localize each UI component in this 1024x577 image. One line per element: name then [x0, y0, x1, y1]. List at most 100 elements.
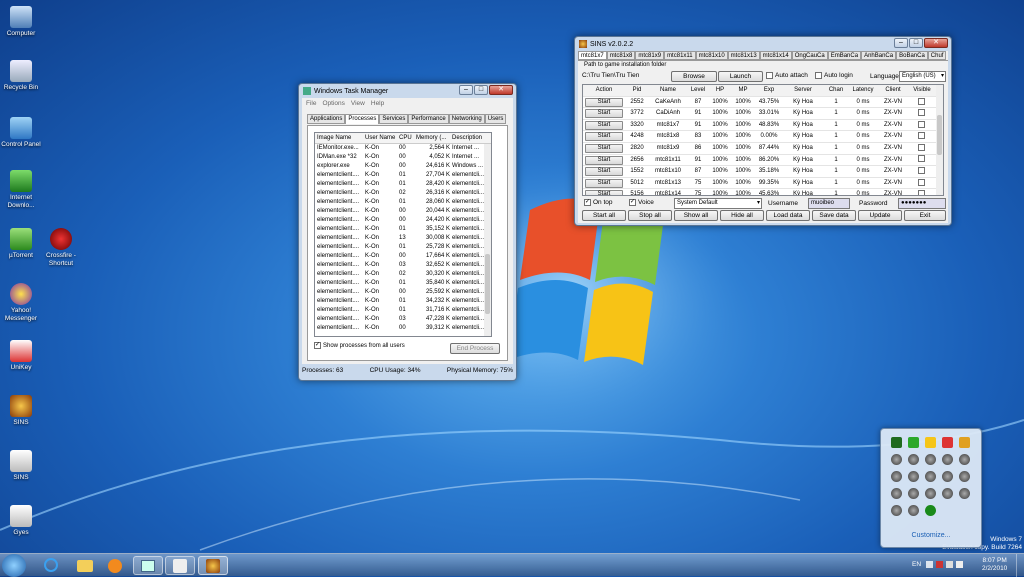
taskbar-sins[interactable] [198, 556, 228, 575]
game-client-tray-icon[interactable] [908, 505, 919, 516]
show-all-button[interactable]: Show all [674, 210, 718, 221]
account-tab[interactable]: mtc81x8 [606, 51, 636, 60]
table-row[interactable]: Start 5012 mtc81x13 75 100% 100% 99.35% Kỳ Hoa 1… [583, 178, 943, 190]
account-tab[interactable]: mtc81x9 [635, 51, 665, 60]
menu-view[interactable]: View [351, 100, 365, 107]
network-icon[interactable] [946, 561, 953, 568]
table-row[interactable]: elementclient.... K-On 01 27,704 Kelementcl… [315, 171, 491, 180]
checkbox-box[interactable] [917, 97, 925, 105]
col-cpu[interactable]: CPU [397, 133, 414, 143]
game-client-tray-icon[interactable] [891, 488, 902, 499]
load-data-button[interactable]: Load data [766, 210, 810, 221]
audio-device-select[interactable]: System Default ▾ [674, 198, 762, 209]
desktop-icon-internet-download[interactable]: Internet Downlo... [0, 170, 45, 210]
checkbox-box[interactable] [766, 72, 773, 79]
table-row[interactable]: elementclient.... K-On 00 39,312 Kelementcl… [315, 324, 491, 333]
table-row[interactable]: elementclient.... K-On 01 31,716 Kelementcl… [315, 306, 491, 315]
col-user-name[interactable]: User Name [363, 133, 397, 143]
start-row-button[interactable]: Start [585, 120, 623, 130]
end-process-button[interactable]: End Process [450, 343, 500, 354]
show-all-processes-checkbox[interactable]: ✓ Show processes from all users [314, 342, 405, 349]
table-row[interactable]: elementclient.... K-On 00 17,664 Kelementcl… [315, 252, 491, 261]
checkbox-box[interactable] [917, 143, 925, 151]
game-client-tray-icon[interactable] [942, 488, 953, 499]
account-tab[interactable]: AnhBanCa [861, 51, 897, 60]
voice-checkbox[interactable]: ✓ Voice [629, 199, 654, 206]
start-row-button[interactable]: Start [585, 132, 623, 142]
table-row[interactable]: elementclient.... K-On 03 47,228 Kelementcl… [315, 315, 491, 324]
maximize-button[interactable]: □ [909, 38, 923, 48]
minimize-button[interactable]: – [894, 38, 908, 48]
visible-checkbox[interactable] [909, 108, 935, 119]
game-client-tray-icon[interactable] [908, 471, 919, 482]
table-row[interactable]: Start 2552 CaKeAnh 87 100% 100% 43.75% Kỳ Hoa 1 0… [583, 97, 943, 109]
clock[interactable]: 8:07 PM 2/2/2010 [982, 557, 1007, 573]
checkbox-box[interactable] [815, 72, 822, 79]
start-row-button[interactable]: Start [585, 97, 623, 107]
tray-app-icon[interactable] [942, 437, 953, 448]
table-row[interactable]: elementclient.... K-On 02 26,316 Kelementcl… [315, 189, 491, 198]
process-table[interactable]: Image Name User Name CPU Memory (... Des… [314, 132, 492, 337]
tray-app-icon[interactable] [925, 437, 936, 448]
table-row[interactable]: elementclient.... K-On 01 35,840 Kelementcl… [315, 279, 491, 288]
start-row-button[interactable]: Start [585, 167, 623, 177]
table-row[interactable]: Start 4248 mtc81x8 83 100% 100% 0.00% Kỳ Hoa 1 0 … [583, 131, 943, 143]
table-row[interactable]: elementclient.... K-On 00 25,592 Kelementcl… [315, 288, 491, 297]
taskbar-media-player[interactable] [100, 556, 130, 575]
auto-attach-checkbox[interactable]: Auto attach [766, 72, 808, 79]
col-image-name[interactable]: Image Name [315, 133, 363, 143]
scroll-thumb[interactable] [485, 254, 490, 314]
tray-app-icon[interactable] [891, 437, 902, 448]
checkbox-box[interactable] [917, 120, 925, 128]
desktop-icon-gyes[interactable]: Gyes [0, 505, 45, 537]
checkbox-box[interactable] [917, 190, 925, 195]
game-client-tray-icon[interactable] [891, 454, 902, 465]
start-row-button[interactable]: Start [585, 109, 623, 119]
game-client-tray-icon[interactable] [908, 488, 919, 499]
language-indicator[interactable]: EN [912, 561, 921, 568]
account-tab[interactable]: OngCauCa [791, 51, 828, 60]
menu-file[interactable]: File [306, 100, 316, 107]
tray-app-icon[interactable] [959, 437, 970, 448]
start-row-button[interactable]: Start [585, 190, 623, 195]
scroll-thumb[interactable] [937, 115, 942, 155]
account-tab[interactable]: mtc81x13 [727, 51, 760, 60]
start-button[interactable] [2, 554, 26, 577]
desktop-icon-crossfire[interactable]: Crossfire - Shortcut [37, 228, 85, 268]
game-client-tray-icon[interactable] [908, 454, 919, 465]
game-client-tray-icon[interactable] [959, 454, 970, 465]
table-row[interactable]: Start 2656 mtc81x11 91 100% 100% 86.20% Kỳ Hoa 1… [583, 155, 943, 167]
tab-processes[interactable]: Processes [345, 114, 380, 124]
minimize-button[interactable]: – [459, 85, 473, 95]
account-tab[interactable]: mtc81x10 [695, 51, 728, 60]
visible-checkbox[interactable] [909, 131, 935, 142]
close-button[interactable]: ✕ [489, 85, 513, 95]
tray-app-icon[interactable] [908, 437, 919, 448]
table-row[interactable]: explorer.exe K-On 00 24,616 K Windows ... [315, 162, 491, 171]
table-row[interactable]: Start 2820 mtc81x9 86 100% 100% 87.44% Kỳ Hoa 1 0… [583, 143, 943, 155]
desktop-icon-unikey[interactable]: UniKey [0, 340, 45, 372]
visible-checkbox[interactable] [909, 120, 935, 131]
taskbar-ie[interactable] [36, 556, 66, 575]
game-client-tray-icon[interactable] [942, 471, 953, 482]
checkbox-box[interactable]: ✓ [629, 199, 636, 206]
table-row[interactable]: IDMan.exe *32 K-On 00 4,052 K Internet ... [315, 153, 491, 162]
start-row-button[interactable]: Start [585, 155, 623, 165]
maximize-button[interactable]: □ [474, 85, 488, 95]
desktop-icon-sins-file[interactable]: SINS [0, 450, 45, 482]
table-row[interactable]: elementclient.... K-On 01 28,420 Kelementcl… [315, 180, 491, 189]
auto-login-checkbox[interactable]: Auto login [815, 72, 853, 79]
table-row[interactable]: elementclient.... K-On 03 32,652 Kelementcl… [315, 261, 491, 270]
start-row-button[interactable]: Start [585, 178, 623, 188]
stop-all-button[interactable]: Stop all [628, 210, 672, 221]
game-client-tray-icon[interactable] [925, 488, 936, 499]
table-row[interactable]: elementclient.... K-On 01 25,728 Kelementcl… [315, 243, 491, 252]
tab-performance[interactable]: Performance [408, 114, 449, 124]
checkbox-box[interactable]: ✓ [584, 199, 591, 206]
tab-applications[interactable]: Applications [307, 114, 346, 124]
exit-button[interactable]: Exit [904, 210, 946, 221]
tab-networking[interactable]: Networking [448, 114, 485, 124]
start-row-button[interactable]: Start [585, 143, 623, 153]
col-description[interactable]: Description [450, 133, 486, 143]
on-top-checkbox[interactable]: ✓ On top [584, 199, 613, 206]
